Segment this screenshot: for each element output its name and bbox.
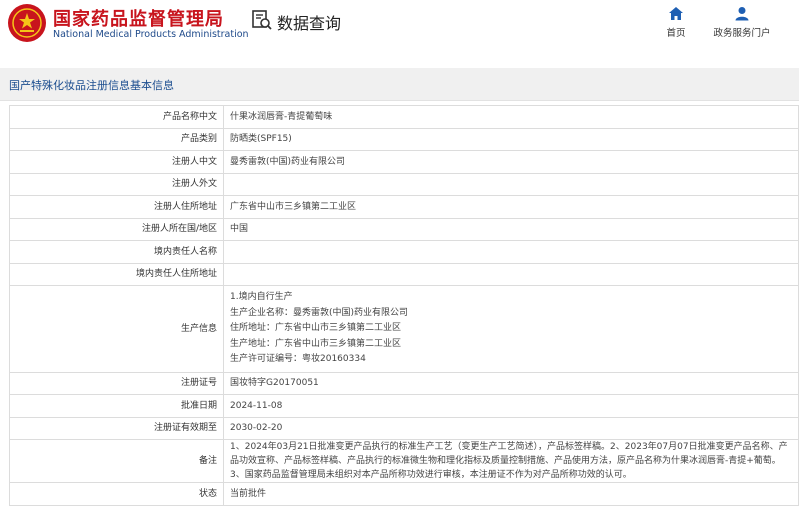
- agency-name-en: National Medical Products Administration: [53, 29, 249, 40]
- table-row-valid-until: 注册证有效期至 2030-02-20: [9, 416, 799, 440]
- registrant-cn-value: 曼秀雷敦(中国)药业有限公司: [223, 150, 799, 174]
- table-row-category: 产品类别 防晒类(SPF15): [9, 127, 799, 151]
- table-row-remarks: 备注 1、2024年03月21日批准变更产品执行的标准生产工艺（变更生产工艺简述…: [9, 439, 799, 483]
- nav-service-portal-link[interactable]: 政务服务门户: [710, 6, 774, 39]
- production-site: 生产地址：广东省中山市三乡镇第二工业区: [230, 338, 402, 349]
- site-header: 国家药品监督管理局 National Medical Products Admi…: [0, 0, 799, 56]
- table-row-production: 生产信息 1.境内自行生产 生产企业名称：曼秀雷敦(中国)药业有限公司 住所地址…: [9, 285, 799, 373]
- data-search-icon: [251, 9, 273, 35]
- table-row-registrant-country: 注册人所在国/地区 中国: [9, 217, 799, 241]
- table-row-status: 状态 当前批件: [9, 482, 799, 506]
- page-title: 数据查询: [277, 14, 342, 33]
- production-value: 1.境内自行生产 生产企业名称：曼秀雷敦(中国)药业有限公司 住所地址：广东省中…: [223, 285, 799, 373]
- user-icon: [735, 7, 749, 21]
- domestic-rep-address-label: 境内责任人住所地址: [9, 262, 224, 286]
- table-row-registrant-cn: 注册人中文 曼秀雷敦(中国)药业有限公司: [9, 150, 799, 174]
- production-mode: 1.境内自行生产: [230, 292, 293, 302]
- valid-until-label: 注册证有效期至: [9, 416, 224, 440]
- production-domicile: 住所地址：广东省中山市三乡镇第二工业区: [230, 323, 402, 333]
- production-label: 生产信息: [9, 285, 224, 373]
- table-row-domestic-rep-address: 境内责任人住所地址: [9, 262, 799, 286]
- domestic-rep-address-value: [223, 262, 799, 286]
- table-row-registrant-address: 注册人住所地址 广东省中山市三乡镇第二工业区: [9, 195, 799, 219]
- table-row-domestic-rep-name: 境内责任人名称: [9, 240, 799, 264]
- domestic-rep-name-value: [223, 240, 799, 264]
- domestic-rep-name-label: 境内责任人名称: [9, 240, 224, 264]
- remarks-value: 1、2024年03月21日批准变更产品执行的标准生产工艺（变更生产工艺简述），产…: [223, 439, 799, 483]
- nav-home-label: 首页: [666, 28, 686, 39]
- registrant-cn-label: 注册人中文: [9, 150, 224, 174]
- registrant-en-label: 注册人外文: [9, 172, 224, 196]
- registrant-en-value: [223, 172, 799, 196]
- production-company: 生产企业名称：曼秀雷敦(中国)药业有限公司: [230, 307, 409, 318]
- category-label: 产品类别: [9, 127, 224, 151]
- status-label: 状态: [9, 482, 224, 506]
- section-title: 国产特殊化妆品注册信息基本信息: [9, 79, 174, 92]
- table-row-product-name: 产品名称中文 什果冰润唇膏-青提葡萄味: [9, 105, 799, 129]
- table-row-registration-no: 注册证号 国妆特字G20170051: [9, 371, 799, 395]
- registrant-address-value: 广东省中山市三乡镇第二工业区: [223, 195, 799, 219]
- product-name-value: 什果冰润唇膏-青提葡萄味: [223, 105, 799, 129]
- status-value: 当前批件: [223, 482, 799, 506]
- table-row-approval-date: 批准日期 2024-11-08: [9, 394, 799, 418]
- product-name-label: 产品名称中文: [9, 105, 224, 129]
- production-license: 生产许可证编号：粤妆20160334: [230, 354, 366, 364]
- category-value: 防晒类(SPF15): [223, 127, 799, 151]
- nav-service-portal-label: 政务服务门户: [713, 28, 771, 39]
- data-query-heading: 数据查询: [251, 9, 341, 35]
- nav-home-link[interactable]: 首页: [659, 6, 693, 39]
- agency-name-zh: 国家药品监督管理局: [53, 9, 224, 30]
- registration-info-table: 产品名称中文 什果冰润唇膏-青提葡萄味 产品类别 防晒类(SPF15) 注册人中…: [9, 105, 799, 506]
- valid-until-value: 2030-02-20: [223, 416, 799, 440]
- remarks-label: 备注: [9, 439, 224, 483]
- registration-no-label: 注册证号: [9, 371, 224, 395]
- registrant-country-value: 中国: [223, 217, 799, 241]
- approval-date-label: 批准日期: [9, 394, 224, 418]
- approval-date-value: 2024-11-08: [223, 394, 799, 418]
- registration-no-value: 国妆特字G20170051: [223, 371, 799, 395]
- nmpa-emblem-logo[interactable]: [8, 4, 46, 42]
- registrant-address-label: 注册人住所地址: [9, 195, 224, 219]
- section-header: 国产特殊化妆品注册信息基本信息: [0, 68, 799, 101]
- home-icon: [669, 7, 683, 20]
- registrant-country-label: 注册人所在国/地区: [9, 217, 224, 241]
- table-row-registrant-en: 注册人外文: [9, 172, 799, 196]
